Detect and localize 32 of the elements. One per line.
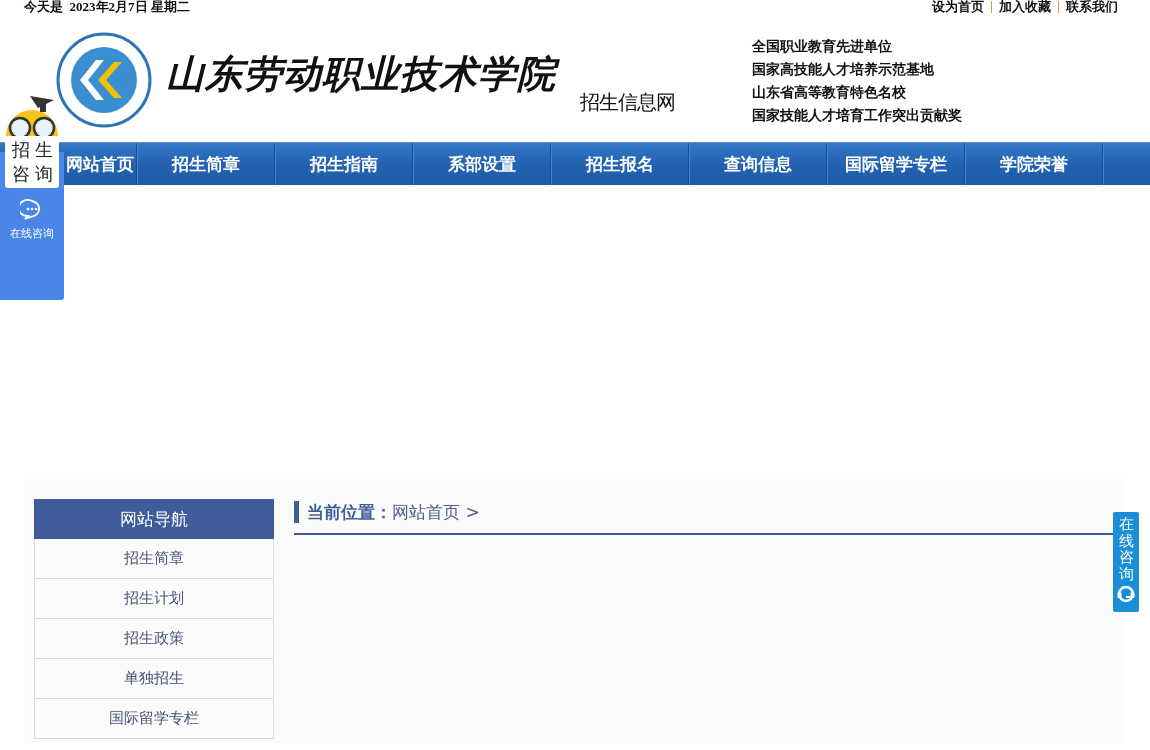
sidebar-item[interactable]: 国际留学专栏	[34, 699, 274, 739]
nav-item[interactable]: 招生简章	[137, 143, 275, 185]
online-consult-tab[interactable]: 在线咨询	[1113, 512, 1139, 612]
breadcrumb-label: 当前位置：	[294, 501, 392, 523]
nav-item[interactable]: 招生指南	[275, 143, 413, 185]
honor-text: 国家高技能人才培养示范基地	[752, 59, 935, 78]
breadcrumb-link[interactable]: 网站首页 >	[392, 501, 480, 523]
widget-title: 招生	[11, 138, 58, 162]
headset-icon	[1116, 584, 1136, 604]
honor-text: 国家技能人才培育工作突出贡献奖	[752, 105, 962, 124]
widget-title: 咨询	[11, 162, 58, 186]
sidebar-item[interactable]: 招生政策	[34, 619, 274, 659]
tab-label: 在线咨询	[1118, 516, 1134, 582]
nav-item[interactable]: 招生报名	[551, 143, 689, 185]
widget-caption: 在线咨询	[10, 226, 54, 241]
sidebar-item[interactable]: 招生简章	[34, 539, 274, 579]
site-name: 招生信息网	[580, 89, 675, 116]
honor-text: 全国职业教育先进单位	[752, 36, 893, 55]
nav-item[interactable]: 系部设置	[413, 143, 551, 185]
sidebar-item[interactable]: 单独招生	[34, 659, 274, 699]
date-text: 今天是 2023年2月7日 星期二	[24, 0, 190, 14]
top-link[interactable]: 设为首页	[932, 0, 984, 14]
nav-item[interactable]: 学院荣誉	[965, 143, 1103, 185]
top-link[interactable]: 加入收藏	[999, 0, 1051, 14]
honor-text: 山东省高等教育特色名校	[752, 82, 907, 101]
nav-item[interactable]: 查询信息	[689, 143, 827, 185]
sidebar-title: 网站导航	[34, 499, 274, 539]
top-link[interactable]: 联系我们	[1066, 0, 1118, 14]
nav-item[interactable]: 国际留学专栏	[827, 143, 965, 185]
nav-item[interactable]: 网站首页	[66, 143, 137, 185]
college-logo-icon	[56, 32, 152, 128]
sidebar-item[interactable]: 招生计划	[34, 579, 274, 619]
